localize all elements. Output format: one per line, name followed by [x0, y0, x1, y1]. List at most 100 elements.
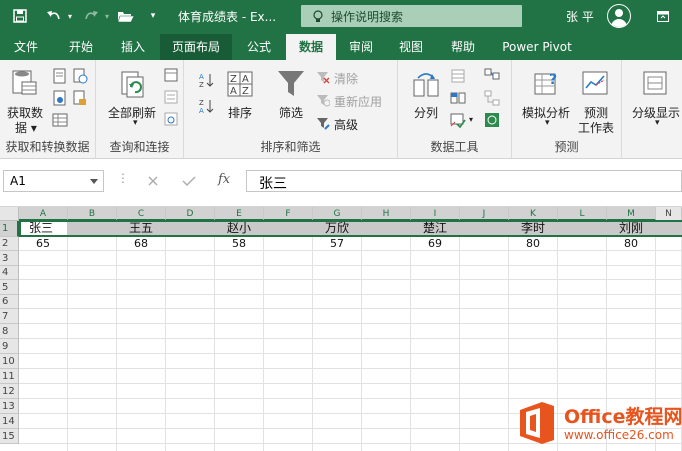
column-header-A[interactable]: A [19, 207, 68, 221]
data-validation-dropdown[interactable]: ▾ [469, 115, 473, 124]
score-cell[interactable]: 68 [134, 236, 148, 251]
what-if-dropdown[interactable]: ▾ [545, 118, 550, 128]
column-header-M[interactable]: M [607, 207, 656, 221]
manage-data-model-icon[interactable] [484, 112, 500, 128]
user-name[interactable]: 张 平 [566, 8, 594, 25]
edit-links-icon[interactable] [164, 112, 178, 126]
customize-toolbar-icon[interactable]: ▾ [147, 7, 159, 25]
tab-review[interactable]: 审阅 [338, 34, 384, 60]
text-to-columns-label[interactable]: 分列 [414, 104, 438, 121]
score-cell[interactable]: 80 [624, 236, 638, 251]
formula-bar-splitter[interactable]: ⋮ [117, 171, 129, 185]
forecast-sheet-label-2[interactable]: 工作表 [578, 119, 614, 136]
row-header-13[interactable]: 13 [0, 399, 19, 414]
queries-connections-icon[interactable] [164, 68, 178, 82]
existing-connections-icon[interactable] [52, 112, 68, 128]
name-cell[interactable]: 刘刚 [619, 221, 643, 236]
name-cell[interactable]: 李时 [521, 221, 545, 236]
row-header-3[interactable]: 3 [0, 251, 19, 266]
row-header-10[interactable]: 10 [0, 354, 19, 369]
from-text-icon[interactable] [52, 68, 68, 84]
tab-page-layout[interactable]: 页面布局 [160, 34, 232, 60]
row-header-4[interactable]: 4 [0, 266, 19, 280]
ribbon-display-options-icon[interactable] [655, 7, 671, 25]
row-header-6[interactable]: 6 [0, 295, 19, 309]
score-cell[interactable]: 80 [526, 236, 540, 251]
column-header-E[interactable]: E [215, 207, 264, 221]
filter-funnel-icon[interactable] [276, 68, 306, 100]
column-header-C[interactable]: C [117, 207, 166, 221]
redo-dropdown-icon[interactable]: ▾ [102, 7, 112, 25]
row-header-5[interactable]: 5 [0, 280, 19, 295]
flash-fill-icon[interactable] [450, 68, 466, 84]
data-validation-icon[interactable] [450, 112, 466, 128]
relationships-icon[interactable] [484, 90, 500, 106]
outline-icon[interactable] [642, 70, 668, 96]
get-data-dropdown[interactable]: 据 ▾ [15, 119, 37, 136]
name-cell[interactable]: 王五 [129, 221, 153, 236]
cancel-entry-icon[interactable] [147, 175, 159, 187]
name-cell[interactable]: 万欣 [325, 221, 349, 236]
column-header-B[interactable]: B [68, 207, 117, 221]
tell-me-search-box[interactable]: 操作说明搜索 [301, 5, 522, 27]
from-table-icon[interactable] [52, 90, 68, 106]
column-header-J[interactable]: J [460, 207, 509, 221]
open-folder-icon[interactable] [116, 7, 136, 25]
tab-home[interactable]: 开始 [58, 34, 104, 60]
row-header-15[interactable]: 15 [0, 429, 19, 444]
refresh-all-label[interactable]: 全部刷新 [108, 104, 156, 121]
formula-input[interactable]: 张三 [246, 170, 682, 192]
reapply-icon[interactable] [316, 93, 330, 107]
select-all-corner[interactable] [0, 207, 19, 221]
name-cell[interactable]: 赵小 [227, 221, 251, 236]
name-cell[interactable]: 楚江 [423, 221, 447, 236]
tab-insert[interactable]: 插入 [110, 34, 156, 60]
score-cell[interactable]: 57 [330, 236, 344, 251]
reapply-label[interactable]: 重新应用 [334, 93, 382, 110]
forecast-sheet-icon[interactable] [580, 68, 610, 98]
tab-power-pivot[interactable]: Power Pivot [496, 34, 578, 60]
advanced-filter-icon[interactable] [316, 116, 330, 130]
row-header-1[interactable]: 1 [0, 221, 19, 237]
consolidate-icon[interactable] [484, 68, 500, 84]
name-cell[interactable]: 张三 [29, 221, 53, 236]
name-box[interactable]: A1 [3, 170, 104, 192]
row-header-11[interactable]: 11 [0, 369, 19, 384]
from-web-icon[interactable] [72, 68, 88, 84]
outline-dropdown[interactable]: ▾ [655, 118, 660, 128]
tab-help[interactable]: 帮助 [440, 34, 486, 60]
sort-dialog-icon[interactable]: Z AA Z [226, 70, 254, 98]
avatar[interactable] [607, 4, 631, 28]
column-header-N[interactable]: N [656, 207, 682, 221]
text-to-columns-icon[interactable] [412, 70, 440, 98]
refresh-all-dropdown[interactable]: ▾ [133, 118, 138, 128]
score-cell[interactable]: 65 [36, 236, 50, 251]
recent-sources-icon[interactable] [72, 90, 88, 106]
advanced-label[interactable]: 高级 [334, 116, 358, 133]
insert-function-icon[interactable]: fx [218, 172, 230, 187]
name-box-dropdown-icon[interactable] [90, 179, 98, 184]
confirm-entry-icon[interactable] [182, 175, 196, 187]
score-cell[interactable]: 69 [428, 236, 442, 251]
tab-formulas[interactable]: 公式 [236, 34, 282, 60]
column-header-H[interactable]: H [362, 207, 411, 221]
refresh-all-icon[interactable] [118, 70, 148, 100]
undo-dropdown-icon[interactable]: ▾ [65, 7, 75, 25]
column-header-F[interactable]: F [264, 207, 313, 221]
clear-label[interactable]: 清除 [334, 70, 358, 87]
what-if-analysis-icon[interactable]: ? [532, 68, 562, 98]
redo-icon[interactable] [82, 7, 100, 25]
row-header-9[interactable]: 9 [0, 339, 19, 354]
sort-label[interactable]: 排序 [228, 104, 252, 121]
column-header-I[interactable]: I [411, 207, 460, 221]
column-header-D[interactable]: D [166, 207, 215, 221]
tab-data[interactable]: 数据 [286, 34, 336, 60]
row-header-2[interactable]: 2 [0, 237, 19, 251]
undo-icon[interactable] [45, 7, 63, 25]
sort-za-icon[interactable]: ZA [198, 98, 214, 114]
get-data-icon[interactable] [10, 68, 38, 96]
score-cell[interactable]: 58 [232, 236, 246, 251]
sort-az-icon[interactable]: AZ [198, 72, 214, 88]
filter-label[interactable]: 筛选 [279, 104, 303, 121]
remove-duplicates-icon[interactable] [450, 90, 466, 106]
